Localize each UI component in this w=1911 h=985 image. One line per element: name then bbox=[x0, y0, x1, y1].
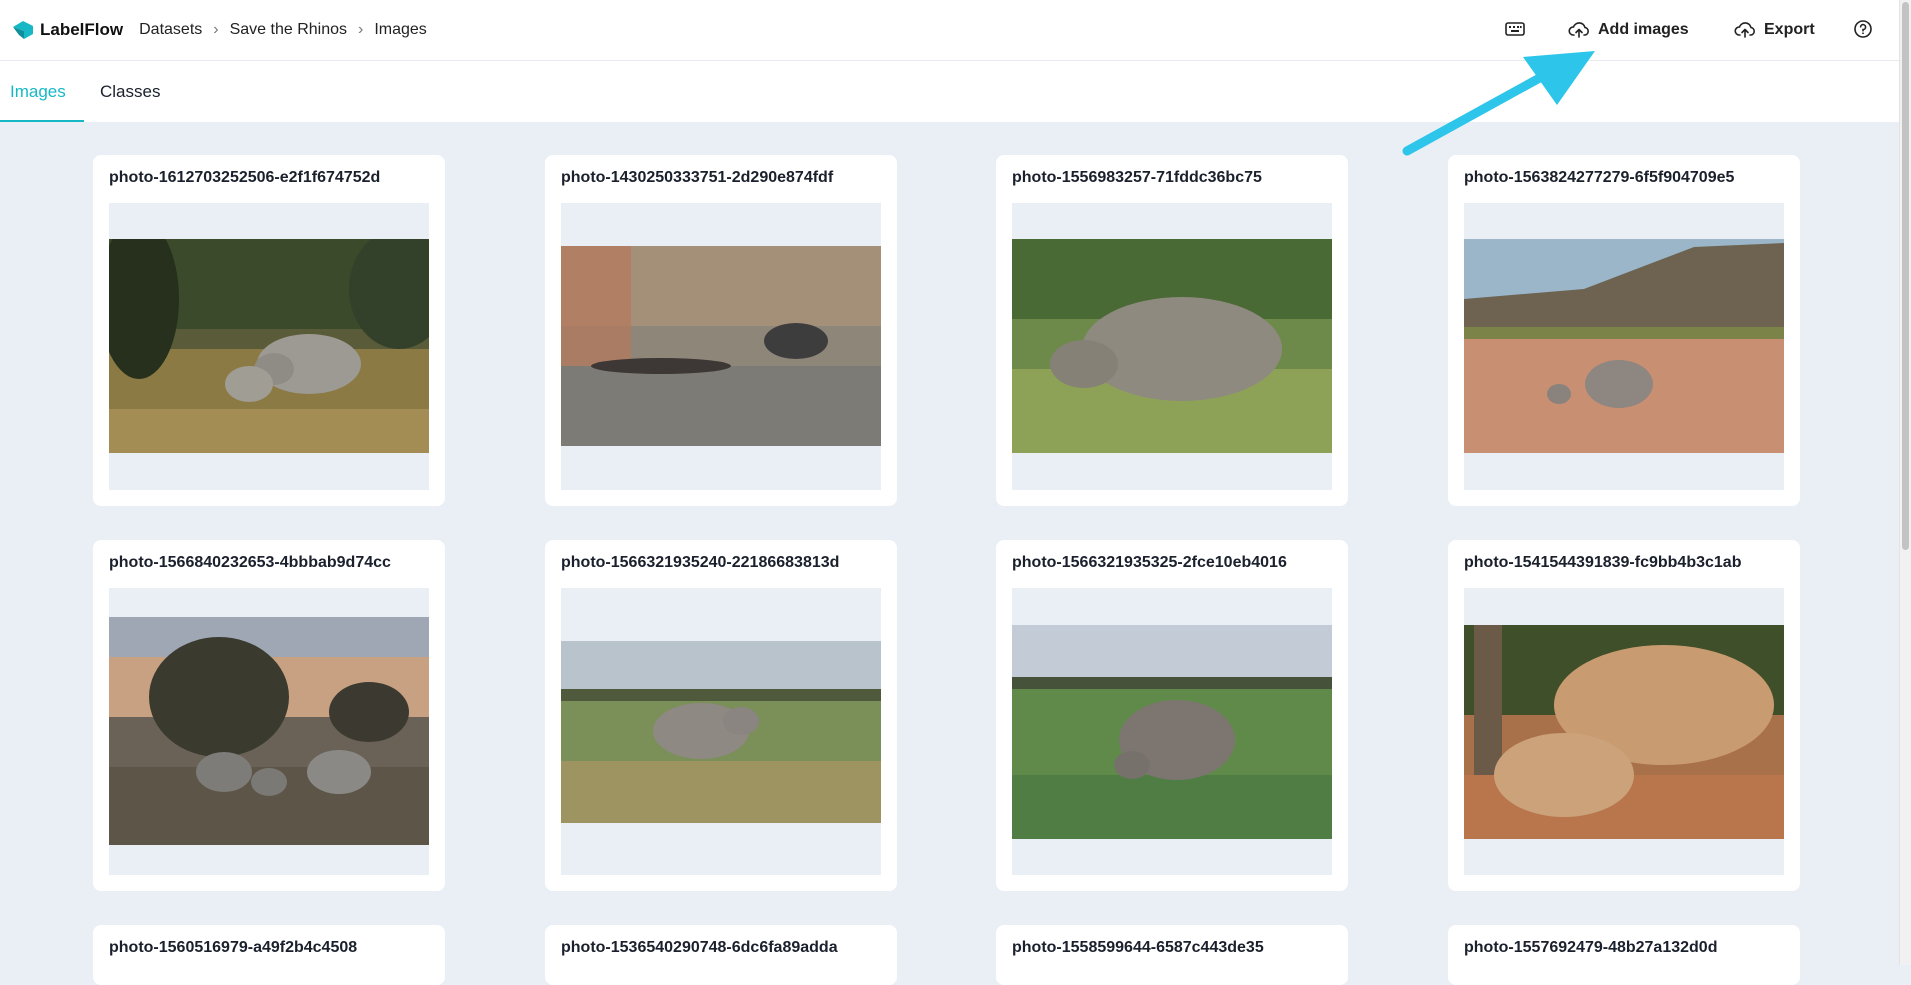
image-name: photo-1430250333751-2d290e874fdf bbox=[561, 169, 834, 186]
image-card[interactable]: photo-1563824277279-6f5f904709e5 bbox=[1448, 155, 1800, 506]
image-card[interactable]: photo-1556983257-71fddc36bc75 bbox=[996, 155, 1348, 506]
rhino-photo bbox=[109, 617, 429, 845]
image-card[interactable]: photo-1541544391839-fc9bb4b3c1ab bbox=[1448, 540, 1800, 891]
image-thumbnail[interactable] bbox=[1012, 203, 1332, 490]
keyboard-shortcuts-button[interactable] bbox=[1504, 18, 1526, 45]
view-tabs: Images Classes bbox=[0, 61, 1900, 122]
labelflow-logo-icon bbox=[13, 21, 33, 39]
image-thumbnail[interactable] bbox=[1012, 588, 1332, 875]
image-thumbnail[interactable] bbox=[1464, 203, 1784, 490]
image-card[interactable]: photo-1566321935240-22186683813d bbox=[545, 540, 897, 891]
rhino-photo bbox=[1464, 625, 1784, 839]
add-images-button[interactable]: Add images bbox=[1560, 10, 1697, 50]
breadcrumb-images: Images bbox=[374, 21, 427, 38]
image-card[interactable]: photo-1536540290748-6dc6fa89adda bbox=[545, 925, 897, 985]
add-images-label: Add images bbox=[1598, 21, 1689, 38]
app-logo[interactable]: LabelFlow bbox=[10, 0, 123, 60]
image-thumbnail[interactable] bbox=[561, 203, 881, 490]
rhino-photo bbox=[1012, 625, 1332, 839]
top-navigation-bar: LabelFlow Datasets › Save the Rhinos › I… bbox=[0, 0, 1900, 61]
image-name: photo-1566321935240-22186683813d bbox=[561, 554, 840, 571]
rhino-photo bbox=[561, 246, 881, 446]
image-thumbnail[interactable] bbox=[1464, 588, 1784, 875]
image-card[interactable]: photo-1566840232653-4bbbab9d74cc bbox=[93, 540, 445, 891]
image-name: photo-1541544391839-fc9bb4b3c1ab bbox=[1464, 554, 1742, 571]
breadcrumb-datasets[interactable]: Datasets bbox=[139, 21, 202, 39]
image-thumbnail[interactable] bbox=[109, 588, 429, 875]
image-name: photo-1566840232653-4bbbab9d74cc bbox=[109, 554, 391, 571]
image-name: photo-1557692479-48b27a132d0d bbox=[1464, 939, 1718, 956]
scrollbar-thumb[interactable] bbox=[1902, 2, 1909, 550]
image-card[interactable]: photo-1560516979-a49f2b4c4508 bbox=[93, 925, 445, 985]
app-name: LabelFlow bbox=[40, 20, 124, 39]
keyboard-icon bbox=[1505, 22, 1525, 36]
rhino-photo bbox=[109, 239, 429, 453]
image-name: photo-1563824277279-6f5f904709e5 bbox=[1464, 169, 1735, 186]
rhino-photo bbox=[1464, 239, 1784, 453]
export-label: Export bbox=[1764, 21, 1815, 38]
image-card[interactable]: photo-1612703252506-e2f1f674752d bbox=[93, 155, 445, 506]
image-card[interactable]: photo-1566321935325-2fce10eb4016 bbox=[996, 540, 1348, 891]
breadcrumb-dataset[interactable]: Save the Rhinos bbox=[230, 21, 347, 39]
image-name: photo-1558599644-6587c443de35 bbox=[1012, 939, 1264, 956]
cloud-upload-icon bbox=[1734, 22, 1755, 38]
active-tab-indicator bbox=[0, 120, 84, 122]
image-card[interactable]: photo-1558599644-6587c443de35 bbox=[996, 925, 1348, 985]
tab-classes[interactable]: Classes bbox=[100, 61, 160, 122]
vertical-scrollbar[interactable] bbox=[1899, 0, 1911, 965]
image-name: photo-1612703252506-e2f1f674752d bbox=[109, 169, 381, 186]
image-name: photo-1536540290748-6dc6fa89adda bbox=[561, 939, 838, 956]
image-name: photo-1566321935325-2fce10eb4016 bbox=[1012, 554, 1287, 571]
image-card[interactable]: photo-1430250333751-2d290e874fdf bbox=[545, 155, 897, 506]
image-name: photo-1560516979-a49f2b4c4508 bbox=[109, 939, 358, 956]
tab-images[interactable]: Images bbox=[10, 61, 66, 122]
image-thumbnail[interactable] bbox=[561, 588, 881, 875]
help-button[interactable] bbox=[1852, 18, 1874, 45]
image-thumbnail[interactable] bbox=[109, 203, 429, 490]
help-circle-icon bbox=[1854, 20, 1872, 38]
cloud-upload-icon bbox=[1568, 22, 1589, 38]
export-button[interactable]: Export bbox=[1726, 10, 1823, 50]
breadcrumb-separator: › bbox=[358, 21, 364, 38]
image-name: photo-1556983257-71fddc36bc75 bbox=[1012, 169, 1262, 186]
rhino-photo bbox=[1012, 239, 1332, 453]
rhino-photo bbox=[561, 641, 881, 823]
breadcrumb-separator: › bbox=[213, 21, 219, 38]
image-card[interactable]: photo-1557692479-48b27a132d0d bbox=[1448, 925, 1800, 985]
